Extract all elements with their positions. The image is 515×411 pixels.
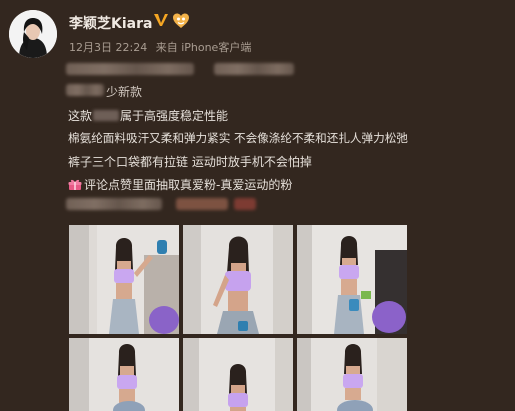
post-image-5[interactable] xyxy=(183,338,293,411)
avatar-photo xyxy=(9,10,57,58)
post-text-line-3: 棉氨纶面料吸汗又柔和弹力紧实 不会像涤纶不柔和还扎人弹力松弛 xyxy=(68,131,408,145)
avatar[interactable] xyxy=(9,10,57,58)
post-image-4[interactable] xyxy=(69,338,179,411)
blurred-text xyxy=(176,198,228,210)
post-text-line-2: 这款 属于高强度稳定性能 xyxy=(68,107,228,124)
blurred-text xyxy=(214,63,294,75)
username[interactable]: 李颖芝Kiara xyxy=(69,13,152,33)
post-image-6[interactable] xyxy=(297,338,407,411)
vip-fan-icon[interactable] xyxy=(172,12,190,29)
blurred-text xyxy=(93,110,120,121)
blurred-text xyxy=(66,63,194,75)
post-timestamp[interactable]: 12月3日 22:24 xyxy=(69,41,147,54)
post-text-line-1: 少新款 xyxy=(106,85,143,99)
blurred-text xyxy=(66,84,104,96)
line2-prefix: 这款 xyxy=(68,109,93,123)
line2-suffix: 属于高强度稳定性能 xyxy=(120,109,229,123)
post-source: 来自 iPhone客户端 xyxy=(155,41,252,54)
post-image-2[interactable] xyxy=(183,225,293,334)
gift-emoji-icon xyxy=(68,179,82,190)
post-text-line-5: 评论点赞里面抽取真爱粉-真爱运动的粉 xyxy=(68,176,292,193)
post-text-line-5-label: 评论点赞里面抽取真爱粉-真爱运动的粉 xyxy=(84,178,293,192)
blurred-text xyxy=(66,198,162,210)
blurred-text xyxy=(234,198,256,210)
weibo-post: 李颖芝Kiara 12月3日 22:24 来自 iPhone客户端 少新款 这款… xyxy=(0,0,515,411)
post-image-3[interactable] xyxy=(297,225,407,334)
verified-v-icon xyxy=(154,14,168,26)
post-image-1[interactable] xyxy=(69,225,179,334)
post-meta: 12月3日 22:24 来自 iPhone客户端 xyxy=(69,39,256,55)
post-text-line-4: 裤子三个口袋都有拉链 运动时放手机不会怕掉 xyxy=(68,155,312,169)
